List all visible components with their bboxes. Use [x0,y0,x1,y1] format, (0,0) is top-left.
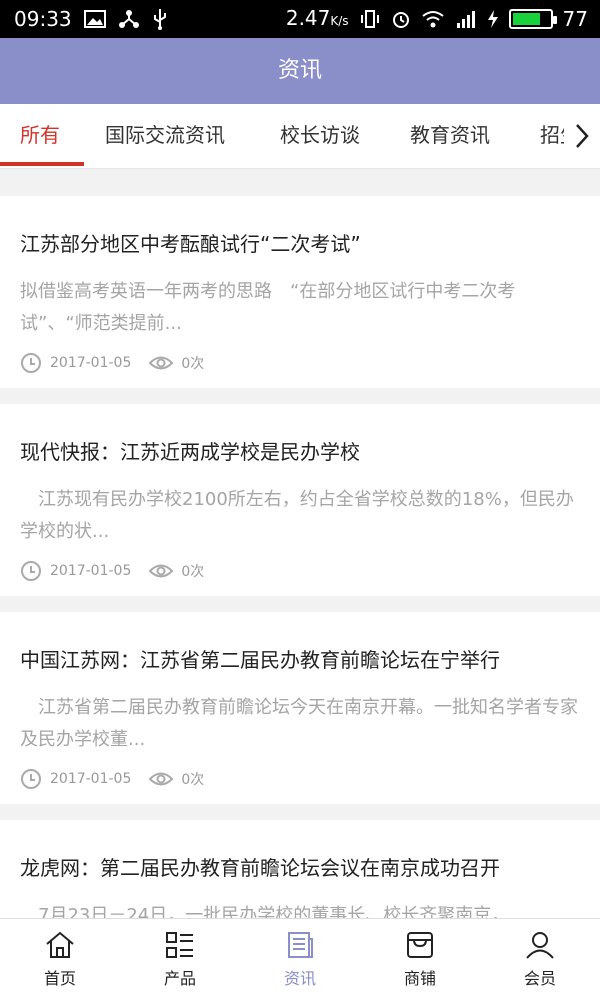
nav-label: 首页 [43,969,76,988]
chevron-right-icon [576,124,589,148]
vibrate-icon [359,0,381,38]
battery-level [512,13,541,25]
article-views: 0次 [181,356,205,372]
status-time: 09:33 [14,7,72,31]
article-meta: 2017-01-05 0次 [20,768,222,790]
home-icon [46,931,74,958]
article-views: 0次 [181,564,205,580]
nav-home[interactable]: 首页 [0,919,120,1001]
article-summary: 拟借鉴高考英语一年两考的思路 “在部分地区试行中考二次考试”、“师范类提前... [20,281,516,334]
tabs-scroll-right-button[interactable] [564,104,600,168]
nav-label: 资讯 [283,969,316,988]
usb-icon [152,0,168,38]
status-bar: 09:33 2.47K/s 77 [0,0,600,38]
battery-percent: 77 [562,7,588,31]
tab-international-exchange[interactable]: 国际交流资讯 [105,104,225,168]
article-item[interactable]: 现代快报：江苏近两成学校是民办学校 江苏现有民办学校2100所左右，约占全省学校… [0,404,600,596]
page-header: 资讯 [0,38,600,104]
tab-principal-interview[interactable]: 校长访谈 [280,104,360,168]
page-title: 资讯 [277,58,322,83]
article-item[interactable]: 中国江苏网：江苏省第二届民办教育前瞻论坛在宁举行 江苏省第二届民办教育前瞻论坛今… [0,612,600,804]
article-title: 现代快报：江苏近两成学校是民办学校 [20,440,360,464]
grid-list-icon [166,932,193,958]
wifi-icon [421,0,445,38]
signal-icon [455,0,477,38]
article-title: 龙虎网：第二届民办教育前瞻论坛会议在南京成功召开 [20,856,500,880]
shop-icon [407,932,433,958]
article-meta: 2017-01-05 0次 [20,352,222,374]
article-date: 2017-01-05 [50,355,132,371]
article-date: 2017-01-05 [50,563,132,579]
bottom-nav: 首页 产品 资讯 商铺 会员 [0,918,600,1001]
nav-label: 会员 [523,969,556,988]
active-tab-indicator [0,162,84,166]
charging-icon [487,0,499,38]
battery-icon [508,9,557,29]
user-icon [526,932,554,959]
tab-education-news[interactable]: 教育资讯 [410,104,490,168]
article-title: 江苏部分地区中考酝酿试行“二次考试” [20,232,361,256]
nav-products[interactable]: 产品 [120,919,240,1001]
nav-label: 商铺 [403,969,436,988]
nav-member[interactable]: 会员 [480,919,600,1001]
article-views: 0次 [181,772,205,788]
article-title: 中国江苏网：江苏省第二届民办教育前瞻论坛在宁举行 [20,648,500,672]
alarm-icon [391,0,411,38]
clock-icon [21,561,41,581]
clock-icon [21,769,41,789]
tab-all[interactable]: 所有 [20,104,60,168]
image-icon [83,0,106,38]
nav-news[interactable]: 资讯 [240,919,360,1001]
nav-shop[interactable]: 商铺 [360,919,480,1001]
share-icon [118,0,140,38]
article-summary: 江苏现有民办学校2100所左右，约占全省学校总数的18%，但民办学校的状... [20,489,574,542]
article-date: 2017-01-05 [50,771,132,787]
category-tabs: 所有 国际交流资讯 校长访谈 教育资讯 招生 [0,104,600,169]
network-speed: 2.47K/s [285,5,349,30]
news-icon [288,932,313,958]
eye-icon [149,772,174,786]
article-item[interactable]: 江苏部分地区中考酝酿试行“二次考试” 拟借鉴高考英语一年两考的思路 “在部分地区… [0,196,600,388]
nav-label: 产品 [163,969,196,988]
article-meta: 2017-01-05 0次 [20,560,222,582]
article-summary: 江苏省第二届民办教育前瞻论坛今天在南京开幕。一批知名学者专家及民办学校董... [20,697,578,750]
eye-icon [149,564,174,578]
clock-icon [21,353,41,373]
eye-icon [149,356,174,370]
